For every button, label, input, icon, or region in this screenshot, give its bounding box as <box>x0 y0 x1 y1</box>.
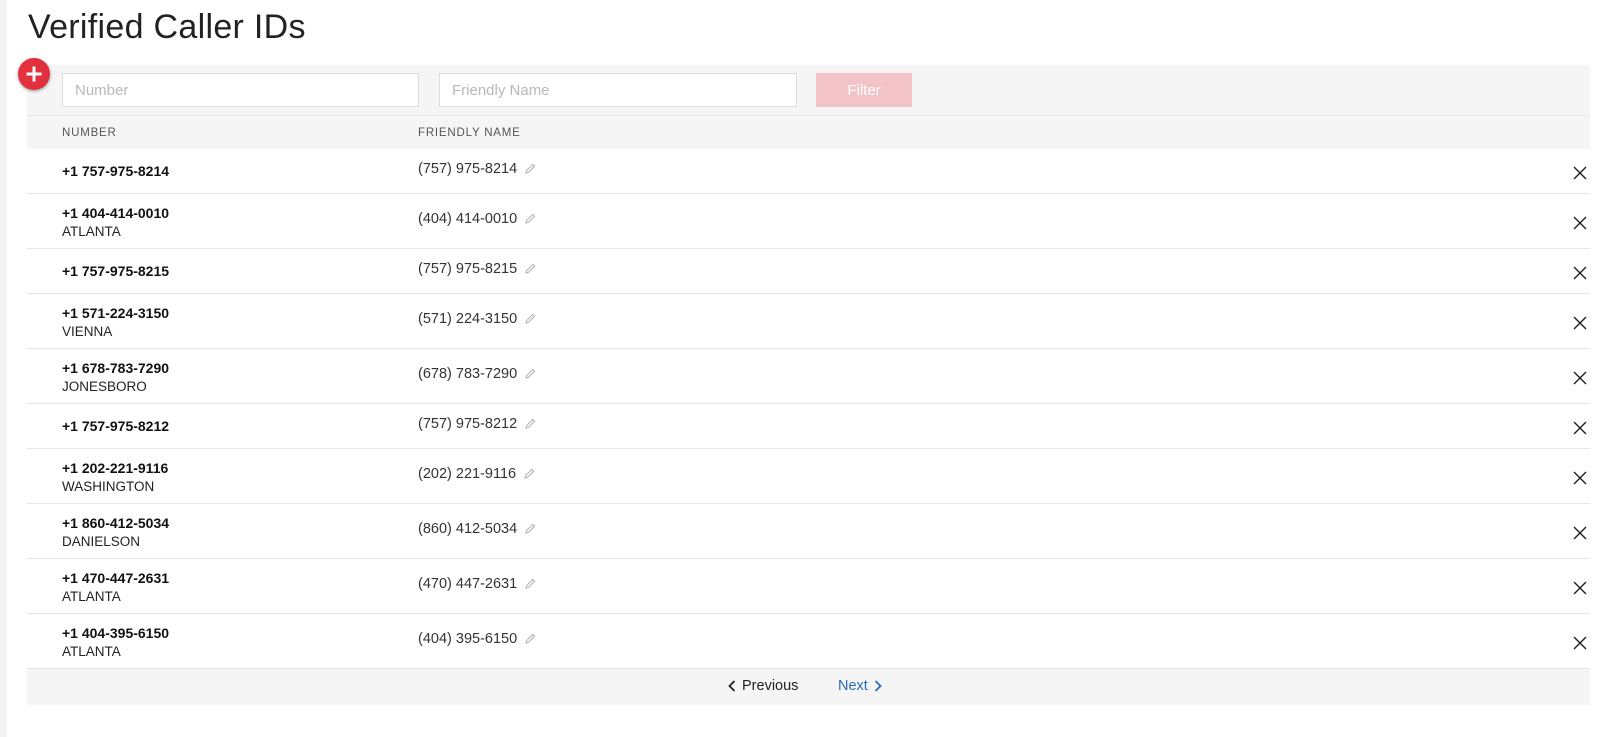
table-header: NUMBER FRIENDLY NAME <box>27 115 1590 149</box>
caller-city: WASHINGTON <box>62 479 155 494</box>
friendly-name: (404) 414-0010 <box>418 211 536 228</box>
pencil-icon[interactable] <box>525 632 536 648</box>
caller-number: +1 757-975-8215 <box>62 263 170 279</box>
chevron-right-icon <box>874 680 882 692</box>
table-row: +1 678-783-7290 JONESBORO (678) 783-7290 <box>27 349 1590 404</box>
caller-city: ATLANTA <box>62 224 121 239</box>
friendly-name-text: (202) 221-9116 <box>418 466 517 482</box>
friendly-name-text: (860) 412-5034 <box>418 521 518 537</box>
caller-number: +1 678-783-7290 <box>62 360 170 376</box>
friendly-name: (678) 783-7290 <box>418 366 536 383</box>
pencil-icon[interactable] <box>525 312 536 328</box>
friendly-name: (404) 395-6150 <box>418 631 536 648</box>
friendly-name-filter-input[interactable] <box>439 73 797 107</box>
table-row: +1 202-221-9116 WASHINGTON (202) 221-9116 <box>27 449 1590 504</box>
caller-number: +1 404-395-6150 <box>62 625 170 641</box>
close-icon[interactable] <box>1572 265 1588 281</box>
table-row: +1 571-224-3150 VIENNA (571) 224-3150 <box>27 294 1590 349</box>
caller-number: +1 404-414-0010 <box>62 205 170 221</box>
pencil-icon[interactable] <box>525 212 536 228</box>
caller-city: ATLANTA <box>62 589 121 604</box>
pencil-icon[interactable] <box>525 162 536 178</box>
filter-button[interactable]: Filter <box>816 73 912 107</box>
close-icon[interactable] <box>1572 165 1588 181</box>
friendly-name: (571) 224-3150 <box>418 311 536 328</box>
friendly-name-text: (571) 224-3150 <box>418 311 518 327</box>
caller-number: +1 571-224-3150 <box>62 305 170 321</box>
table-row: +1 470-447-2631 ATLANTA (470) 447-2631 <box>27 559 1590 614</box>
close-icon[interactable] <box>1572 370 1588 386</box>
close-icon[interactable] <box>1572 215 1588 231</box>
friendly-name: (757) 975-8214 <box>418 161 536 178</box>
table-row: +1 757-975-8214 (757) 975-8214 <box>27 149 1590 194</box>
friendly-name-text: (404) 395-6150 <box>418 631 518 647</box>
caller-number: +1 860-412-5034 <box>62 515 170 531</box>
plus-icon <box>26 66 42 82</box>
pencil-icon[interactable] <box>525 367 536 383</box>
pencil-icon[interactable] <box>524 467 535 483</box>
page-title: Verified Caller IDs <box>28 8 306 46</box>
pencil-icon[interactable] <box>525 522 536 538</box>
number-filter-input[interactable] <box>62 73 419 107</box>
friendly-name-text: (757) 975-8214 <box>418 161 518 177</box>
table-body: +1 757-975-8214 (757) 975-8214 +1 404-414-… <box>27 149 1590 669</box>
column-header-number: NUMBER <box>62 127 117 139</box>
pencil-icon[interactable] <box>525 417 536 433</box>
table-row: +1 757-975-8215 (757) 975-8215 <box>27 249 1590 294</box>
pagination: Previous Next <box>27 669 1590 705</box>
caller-city: JONESBORO <box>62 379 147 394</box>
caller-number: +1 470-447-2631 <box>62 570 170 586</box>
table-row: +1 404-414-0010 ATLANTA (404) 414-0010 <box>27 194 1590 249</box>
caller-city: VIENNA <box>62 324 113 339</box>
caller-city: DANIELSON <box>62 534 141 549</box>
close-icon[interactable] <box>1572 420 1588 436</box>
close-icon[interactable] <box>1572 525 1588 541</box>
add-caller-id-button[interactable] <box>18 58 50 90</box>
friendly-name-text: (757) 975-8215 <box>418 261 518 277</box>
friendly-name: (202) 221-9116 <box>418 466 535 483</box>
friendly-name: (860) 412-5034 <box>418 521 536 538</box>
previous-label: Previous <box>742 678 799 694</box>
pencil-icon[interactable] <box>525 262 536 278</box>
pencil-icon[interactable] <box>525 577 536 593</box>
close-icon[interactable] <box>1572 635 1588 651</box>
caller-id-panel: Filter NUMBER FRIENDLY NAME +1 757-975-8… <box>18 58 1590 705</box>
caller-number: +1 757-975-8212 <box>62 418 170 434</box>
next-page-button[interactable]: Next <box>838 678 882 694</box>
caller-number: +1 757-975-8214 <box>62 163 170 179</box>
table-row: +1 860-412-5034 DANIELSON (860) 412-5034 <box>27 504 1590 559</box>
close-icon[interactable] <box>1572 315 1588 331</box>
filter-bar: Filter <box>18 58 1590 115</box>
close-icon[interactable] <box>1572 580 1588 596</box>
friendly-name-text: (678) 783-7290 <box>418 366 518 382</box>
friendly-name-text: (470) 447-2631 <box>418 576 518 592</box>
close-icon[interactable] <box>1572 470 1588 486</box>
column-header-friendly-name: FRIENDLY NAME <box>418 127 521 139</box>
next-label: Next <box>838 678 868 694</box>
left-edge-bar <box>0 0 7 737</box>
chevron-left-icon <box>728 680 736 692</box>
friendly-name: (757) 975-8212 <box>418 416 536 433</box>
friendly-name-text: (757) 975-8212 <box>418 416 518 432</box>
friendly-name: (757) 975-8215 <box>418 261 536 278</box>
table-row: +1 404-395-6150 ATLANTA (404) 395-6150 <box>27 614 1590 669</box>
friendly-name: (470) 447-2631 <box>418 576 536 593</box>
caller-number: +1 202-221-9116 <box>62 460 169 476</box>
previous-page-button[interactable]: Previous <box>728 678 798 694</box>
caller-city: ATLANTA <box>62 644 121 659</box>
friendly-name-text: (404) 414-0010 <box>418 211 518 227</box>
table-row: +1 757-975-8212 (757) 975-8212 <box>27 404 1590 449</box>
